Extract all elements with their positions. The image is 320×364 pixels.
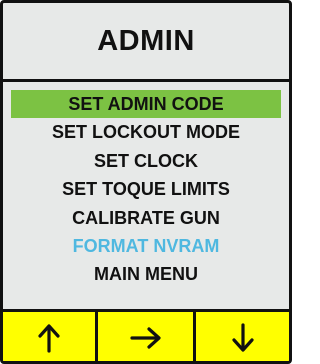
arrow-up-icon bbox=[38, 324, 60, 353]
softkey-bar bbox=[3, 309, 289, 361]
admin-menu: SET ADMIN CODE SET LOCKOUT MODE SET CLOC… bbox=[3, 90, 289, 289]
screen-title: ADMIN bbox=[97, 24, 195, 57]
down-button[interactable] bbox=[196, 312, 289, 361]
menu-item-set-clock[interactable]: SET CLOCK bbox=[3, 147, 289, 175]
up-button[interactable] bbox=[3, 312, 98, 361]
arrow-right-icon bbox=[129, 327, 161, 349]
admin-screen: ADMIN SET ADMIN CODE SET LOCKOUT MODE SE… bbox=[0, 0, 292, 364]
arrow-down-icon bbox=[231, 323, 254, 352]
menu-item-main-menu[interactable]: MAIN MENU bbox=[3, 260, 289, 288]
menu-item-calibrate-gun[interactable]: CALIBRATE GUN bbox=[3, 204, 289, 232]
menu-item-format-nvram[interactable]: FORMAT NVRAM bbox=[3, 232, 289, 260]
menu-item-set-lockout-mode[interactable]: SET LOCKOUT MODE bbox=[3, 118, 289, 146]
menu-item-set-toque-limits[interactable]: SET TOQUE LIMITS bbox=[3, 175, 289, 203]
menu-item-set-admin-code[interactable]: SET ADMIN CODE bbox=[11, 90, 281, 119]
right-button[interactable] bbox=[98, 312, 196, 361]
title-bar: ADMIN bbox=[3, 3, 289, 82]
